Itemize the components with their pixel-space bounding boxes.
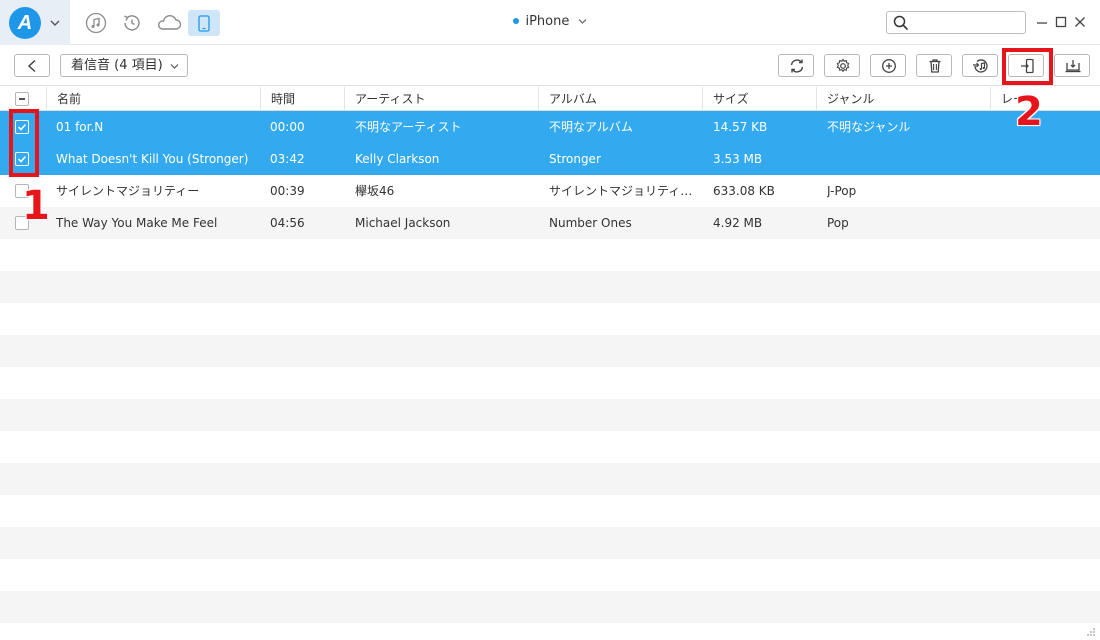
settings-button[interactable]: [824, 54, 860, 77]
phone-icon: [198, 15, 210, 32]
to-itunes-icon: [973, 59, 988, 73]
cell-artist: 不明なアーティスト: [355, 120, 462, 134]
cell-artist: Michael Jackson: [355, 216, 451, 230]
cell-name: サイレントマジョリティー: [56, 184, 200, 198]
table-header: 名前 時間 アーティスト アルバム サイズ ジャンル レー: [0, 87, 1100, 111]
cell-size: 633.08 KB: [713, 184, 775, 198]
search-input[interactable]: [913, 14, 1021, 31]
cell-artist: 欅坂46: [355, 184, 395, 198]
search-box[interactable]: [886, 11, 1026, 34]
empty-row: [0, 335, 1100, 367]
column-header-name[interactable]: 名前: [46, 87, 260, 111]
cell-size: 3.53 MB: [713, 152, 763, 166]
table-row[interactable]: 01 for.N 00:00 不明なアーティスト 不明なアルバム 14.57 K…: [0, 111, 1100, 143]
minimize-icon[interactable]: [1034, 14, 1050, 30]
empty-row: [0, 399, 1100, 431]
history-icon[interactable]: [120, 11, 144, 35]
cell-time: 04:56: [270, 216, 305, 230]
close-icon[interactable]: [1072, 14, 1088, 30]
cell-genre: J-Pop: [827, 184, 857, 198]
empty-row: [0, 271, 1100, 303]
add-icon: [882, 59, 896, 73]
to-itunes-button[interactable]: [962, 54, 998, 77]
select-all-checkbox[interactable]: [15, 92, 29, 106]
chevron-left-icon: [27, 59, 36, 73]
table-row[interactable]: What Doesn't Kill You (Stronger) 03:42 K…: [0, 143, 1100, 175]
annotation-box-step1: [9, 109, 39, 177]
column-header-artist[interactable]: アーティスト: [344, 87, 538, 111]
app-logo-icon: A: [9, 7, 41, 39]
device-tab[interactable]: [188, 10, 220, 36]
cell-name: The Way You Make Me Feel: [56, 216, 218, 230]
annotation-label-step1: 1: [22, 183, 50, 229]
cell-size: 14.57 KB: [713, 120, 768, 134]
category-dropdown[interactable]: 着信音 (4 項目): [60, 54, 188, 77]
cell-time: 03:42: [270, 152, 305, 166]
refresh-icon: [790, 59, 804, 73]
column-header-size[interactable]: サイズ: [702, 87, 816, 111]
device-selector[interactable]: iPhone: [500, 14, 600, 29]
maximize-icon[interactable]: [1053, 14, 1069, 30]
gear-icon: [836, 58, 850, 73]
music-note-icon[interactable]: [84, 11, 108, 35]
to-computer-icon: [1065, 60, 1081, 73]
delete-button[interactable]: [916, 54, 952, 77]
category-label: 着信音 (4 項目): [71, 58, 163, 73]
device-name: iPhone: [525, 14, 570, 29]
back-button[interactable]: [14, 54, 50, 77]
search-icon: [893, 15, 909, 31]
cell-album: Stronger: [549, 152, 601, 166]
cell-name: What Doesn't Kill You (Stronger): [56, 152, 249, 166]
app-menu[interactable]: A: [0, 0, 70, 45]
cell-album: サイレントマジョリティー (Spec...: [549, 184, 697, 198]
resize-grip-icon[interactable]: [1086, 627, 1096, 637]
empty-row: [0, 463, 1100, 495]
annotation-label-step2: 2: [1015, 89, 1043, 135]
chevron-down-icon: [578, 19, 586, 24]
column-header-album[interactable]: アルバム: [538, 87, 702, 111]
table-row[interactable]: The Way You Make Me Feel 04:56 Michael J…: [0, 207, 1100, 239]
annotation-box-step2: [1002, 48, 1053, 85]
cell-artist: Kelly Clarkson: [355, 152, 440, 166]
cloud-icon[interactable]: [155, 11, 183, 35]
empty-row: [0, 591, 1100, 623]
cell-album: 不明なアルバム: [549, 120, 633, 134]
refresh-button[interactable]: [778, 54, 814, 77]
cell-album: Number Ones: [549, 216, 632, 230]
to-computer-button[interactable]: [1054, 54, 1090, 77]
chevron-down-icon: [50, 20, 60, 26]
cell-name: 01 for.N: [56, 120, 104, 134]
table-row[interactable]: サイレントマジョリティー 00:39 欅坂46 サイレントマジョリティー (Sp…: [0, 175, 1100, 207]
cell-genre: 不明なジャンル: [827, 120, 911, 134]
add-button[interactable]: [870, 54, 906, 77]
cell-time: 00:00: [270, 120, 305, 134]
cell-size: 4.92 MB: [713, 216, 763, 230]
cell-time: 00:39: [270, 184, 305, 198]
connected-dot-icon: [513, 17, 520, 24]
trash-icon: [929, 59, 941, 73]
empty-row: [0, 527, 1100, 559]
toolbar: 着信音 (4 項目): [0, 46, 1100, 86]
column-header-time[interactable]: 時間: [260, 87, 344, 111]
select-all-header: [0, 87, 46, 111]
title-bar: A iPhone: [0, 0, 1100, 45]
column-header-rate[interactable]: レー: [990, 87, 1100, 111]
cell-genre: Pop: [827, 216, 849, 230]
chevron-down-icon: [170, 64, 179, 69]
ringtone-list: 01 for.N 00:00 不明なアーティスト 不明なアルバム 14.57 K…: [0, 111, 1100, 640]
cell-genre: [827, 143, 987, 175]
column-header-genre[interactable]: ジャンル: [816, 87, 990, 111]
